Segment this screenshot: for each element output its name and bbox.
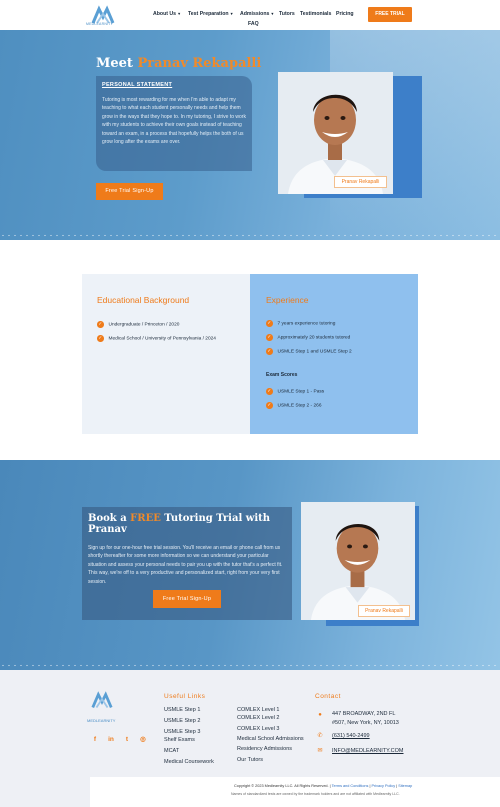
nav-faq[interactable]: FAQ	[248, 21, 259, 27]
footer-link[interactable]: COMLEX Level 3	[237, 726, 280, 732]
check-icon: ✓	[266, 388, 273, 395]
email-link[interactable]: INFO@MEDLEARNITY.COM	[332, 748, 404, 754]
education-item: ✓ Medical School / University of Pennsylv…	[97, 335, 216, 342]
facebook-icon[interactable]: f	[90, 735, 100, 745]
nav-label: Admissions	[240, 11, 270, 17]
footer-link[interactable]: Medical Coursework	[164, 759, 214, 765]
nav-testimonials[interactable]: Testimonials	[300, 11, 331, 17]
trial-title: Book a FREE Tutoring Trial with Pranav	[88, 513, 271, 535]
site-header: MEDLEARNITY About Us ▾ Test Preparation ▾ …	[0, 0, 500, 30]
footer-link[interactable]: Medical School Admissions	[237, 736, 304, 742]
footer-link[interactable]: Shelf Exams	[164, 737, 195, 743]
address-line1: 447 BROADWAY, 2ND FL	[332, 711, 396, 717]
nav-test-preparation[interactable]: Test Preparation ▾	[188, 11, 233, 17]
footer-link[interactable]: COMLEX Level 2	[237, 715, 280, 721]
check-icon: ✓	[266, 348, 273, 355]
personal-statement-heading: PERSONAL STATEMENT	[102, 82, 173, 88]
useful-links-heading: Useful Links	[164, 693, 206, 700]
footer-link[interactable]: USMLE Step 2	[164, 718, 200, 724]
experience-item: ✓ USMLE Step 1 and USMLE Step 2	[266, 348, 352, 355]
email-icon: ✉	[317, 748, 323, 754]
instagram-icon[interactable]: ◎	[138, 735, 148, 745]
footer-logo-text: MEDLEARNITY	[87, 718, 116, 723]
nav-about-us[interactable]: About Us ▾	[153, 11, 180, 17]
footer-link[interactable]: MCAT	[164, 748, 179, 754]
tutor-name-tag: Pranav Rekapalli	[358, 605, 410, 617]
education-item: ✓ Undergraduate / Princeton / 2020	[97, 321, 180, 328]
footer-link[interactable]: COMLEX Level 1	[237, 707, 280, 713]
nav-admissions[interactable]: Admissions ▾	[240, 11, 273, 17]
nav-label: Test Preparation	[188, 11, 229, 17]
check-icon: ✓	[97, 321, 104, 328]
footer-link[interactable]: USMLE Step 3	[164, 729, 200, 735]
chevron-down-icon: ▾	[271, 11, 274, 16]
hero-free-trial-signup-button[interactable]: Free Trial Sign-Up	[96, 183, 163, 200]
medlearnity-logo-icon[interactable]	[90, 690, 114, 712]
chevron-down-icon: ▾	[230, 11, 233, 16]
address-line2: #507, New York, NY, 10013	[332, 720, 399, 726]
hero-title: Meet Pranav Rekapalli	[96, 56, 261, 71]
copyright-text: Copyright © 2023 Medlearnity LLC. All Ri…	[234, 784, 413, 788]
free-trial-button[interactable]: FREE TRIAL	[368, 7, 412, 22]
trial-description: Sign up for our one-hour free trial sess…	[88, 545, 283, 585]
experience-item: ✓ 7 years experience tutoring	[266, 320, 336, 327]
hero-title-name: Pranav Rekapalli	[137, 56, 262, 71]
dotted-divider	[0, 664, 500, 667]
nav-label: About Us	[153, 11, 177, 17]
location-pin-icon: ●	[318, 712, 322, 718]
education-title: Educational Background	[97, 295, 190, 305]
check-icon: ✓	[266, 402, 273, 409]
check-icon: ✓	[97, 335, 104, 342]
experience-item: ✓ Approximately 20 students tutored	[266, 334, 351, 341]
tutor-photo	[301, 502, 415, 620]
phone-icon: ✆	[317, 733, 323, 739]
check-icon: ✓	[266, 334, 273, 341]
personal-statement-text: Tutoring is most rewarding for me when I…	[102, 97, 246, 146]
exam-score-item: ✓ USMLE Step 1 - Pass	[266, 388, 325, 395]
check-icon: ✓	[266, 320, 273, 327]
trial-free-trial-signup-button[interactable]: Free Trial Sign-Up	[153, 590, 221, 608]
exam-score-item: ✓ USMLE Step 2 - 266	[266, 402, 322, 409]
tutor-name-tag: Pranav Rekapalli	[334, 176, 387, 188]
personal-statement-box: PERSONAL STATEMENT Tutoring is most rewa…	[96, 76, 252, 171]
exam-scores-heading: Exam Scores	[266, 372, 298, 378]
footer-link[interactable]: Our Tutors	[237, 757, 263, 763]
chevron-down-icon: ▾	[178, 11, 181, 16]
linkedin-icon[interactable]: in	[106, 735, 116, 745]
dotted-divider	[0, 234, 500, 237]
logo-text: MEDLEARNITY	[86, 22, 114, 26]
footer-link[interactable]: Residency Admissions	[237, 746, 292, 752]
nav-pricing[interactable]: Pricing	[336, 11, 354, 17]
experience-title: Experience	[266, 295, 309, 305]
footer-link[interactable]: USMLE Step 1	[164, 707, 200, 713]
privacy-link[interactable]: Privacy Policy	[372, 784, 396, 788]
hero-title-prefix: Meet	[96, 56, 138, 71]
contact-heading: Contact	[315, 693, 341, 700]
sitemap-link[interactable]: Sitemap	[398, 784, 412, 788]
disclaimer-text: Names of standardized tests are owned by…	[231, 792, 400, 796]
terms-link[interactable]: Terms and Conditions	[332, 784, 369, 788]
twitter-icon[interactable]: t	[122, 735, 132, 745]
nav-tutors[interactable]: Tutors	[279, 11, 295, 17]
phone-link[interactable]: (631) 540-2499	[332, 733, 370, 739]
